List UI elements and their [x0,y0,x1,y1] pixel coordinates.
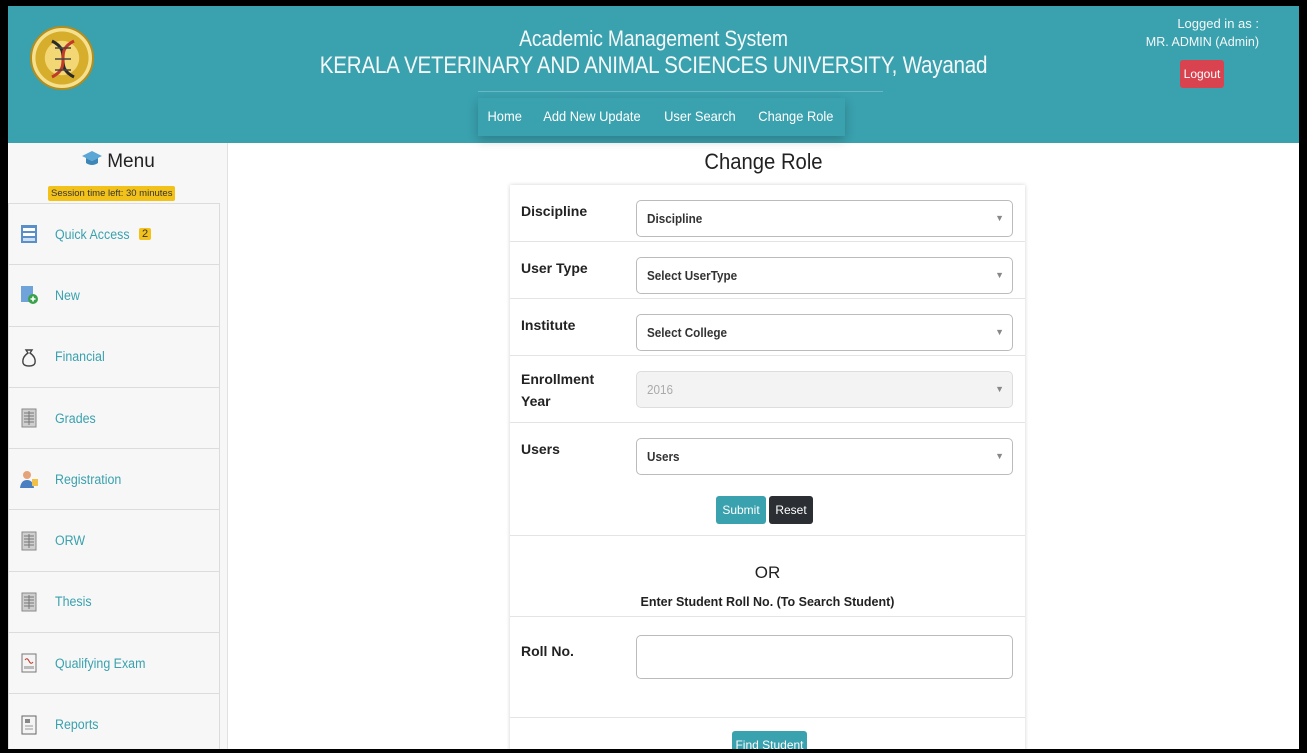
usertype-row: User Type Select UserType ▼ [510,242,1025,299]
exam-icon [19,652,39,674]
thesis-icon [19,591,39,613]
sidebar-item-label: New [55,287,80,303]
logged-in-user: MR. ADMIN (Admin) [1145,35,1259,49]
nav-add-new-update[interactable]: Add New Update [536,98,648,136]
users-label: Users [521,441,560,457]
sidebar-item-reports[interactable]: Reports [9,694,219,749]
change-role-form: Discipline Discipline ▼ User Type Select… [510,185,1025,749]
users-row: Users Users ▼ [510,423,1025,480]
roll-no-label: Roll No. [521,643,574,659]
submit-button[interactable]: Submit [716,496,766,524]
sidebar-item-quick-access[interactable]: Quick Access 2 [9,204,219,266]
reports-icon [19,714,39,736]
enrollment-year-select: 2016 ▼ [636,371,1013,408]
sidebar-item-registration[interactable]: Registration [9,449,219,511]
registration-icon [19,468,39,490]
graduation-cap-icon [81,149,103,175]
new-doc-icon [19,284,39,306]
menu-title-text: Menu [107,151,155,172]
menu-heading: Menu [8,149,228,175]
usertype-select[interactable]: Select UserType ▼ [636,257,1013,294]
app-title: Academic Management System [519,26,788,51]
chevron-down-icon: ▼ [995,327,1004,337]
sidebar-item-label: ORW [55,533,86,549]
header: Academic Management System KERALA VETERI… [8,6,1299,143]
institute-row: Institute Select College ▼ [510,299,1025,356]
sidebar-item-orw[interactable]: ORW [9,510,219,572]
form-actions-row: Submit Reset [510,480,1025,536]
enrollment-label: Enrollment Year [521,371,595,409]
roll-search-help: Enter Student Roll No. (To Search Studen… [640,595,895,609]
chevron-down-icon: ▼ [995,213,1004,223]
sidebar-item-label: Reports [55,717,99,733]
sidebar-item-qualifying-exam[interactable]: Qualifying Exam [9,633,219,695]
nav-user-search[interactable]: User Search [657,98,743,136]
logout-button[interactable]: Logout [1180,60,1224,88]
app-window: Academic Management System KERALA VETERI… [8,6,1299,749]
divider [510,616,1025,617]
users-select[interactable]: Users ▼ [636,438,1013,475]
page-title: Change Role [704,149,823,174]
chevron-down-icon: ▼ [995,384,1004,394]
sidebar-item-label: Registration [55,471,122,487]
nav-change-role[interactable]: Change Role [751,98,841,136]
university-logo [30,26,94,90]
or-separator: OR [754,563,781,582]
sidebar: Menu Session time left: 30 minutes Quick… [8,143,228,749]
sidebar-item-label: Thesis [55,594,92,610]
quick-access-count-badge: 2 [139,228,152,241]
sidebar-item-label: Grades [55,410,96,426]
usertype-label: User Type [521,260,588,276]
discipline-label: Discipline [521,203,588,219]
chevron-down-icon: ▼ [995,451,1004,461]
sidebar-item-financial[interactable]: Financial [9,327,219,388]
nav-home[interactable]: Home [480,98,529,136]
discipline-select[interactable]: Discipline ▼ [636,200,1013,237]
logged-in-label: Logged in as : [1177,16,1259,31]
institute-select[interactable]: Select College ▼ [636,314,1013,351]
orw-icon [19,530,39,552]
sidebar-item-thesis[interactable]: Thesis [9,572,219,634]
sidebar-item-label: Quick Access [55,226,130,242]
divider [510,717,1025,718]
sidebar-item-label: Qualifying Exam [55,655,146,671]
institute-label: Institute [521,317,576,333]
sidebar-item-label: Financial [55,349,105,365]
money-bag-icon [19,346,39,368]
discipline-row: Discipline Discipline ▼ [510,185,1025,242]
sidebar-item-grades[interactable]: Grades [9,388,219,450]
enrollment-row: Enrollment Year 2016 ▼ [510,356,1025,423]
university-name: KERALA VETERINARY AND ANIMAL SCIENCES UN… [319,52,988,79]
find-student-button[interactable]: Find Student [732,731,807,749]
sidebar-menu: Quick Access 2 New Financial Grades Regi… [8,203,220,749]
roll-no-input[interactable] [636,635,1013,679]
sidebar-item-new[interactable]: New [9,265,219,327]
top-nav: Home Add New Update User Search Change R… [478,98,845,136]
reset-button[interactable]: Reset [769,496,813,524]
session-timer-badge: Session time left: 30 minutes [48,186,176,201]
chevron-down-icon: ▼ [995,270,1004,280]
quick-access-icon [19,223,39,245]
grades-icon [19,407,39,429]
header-divider [478,91,883,92]
